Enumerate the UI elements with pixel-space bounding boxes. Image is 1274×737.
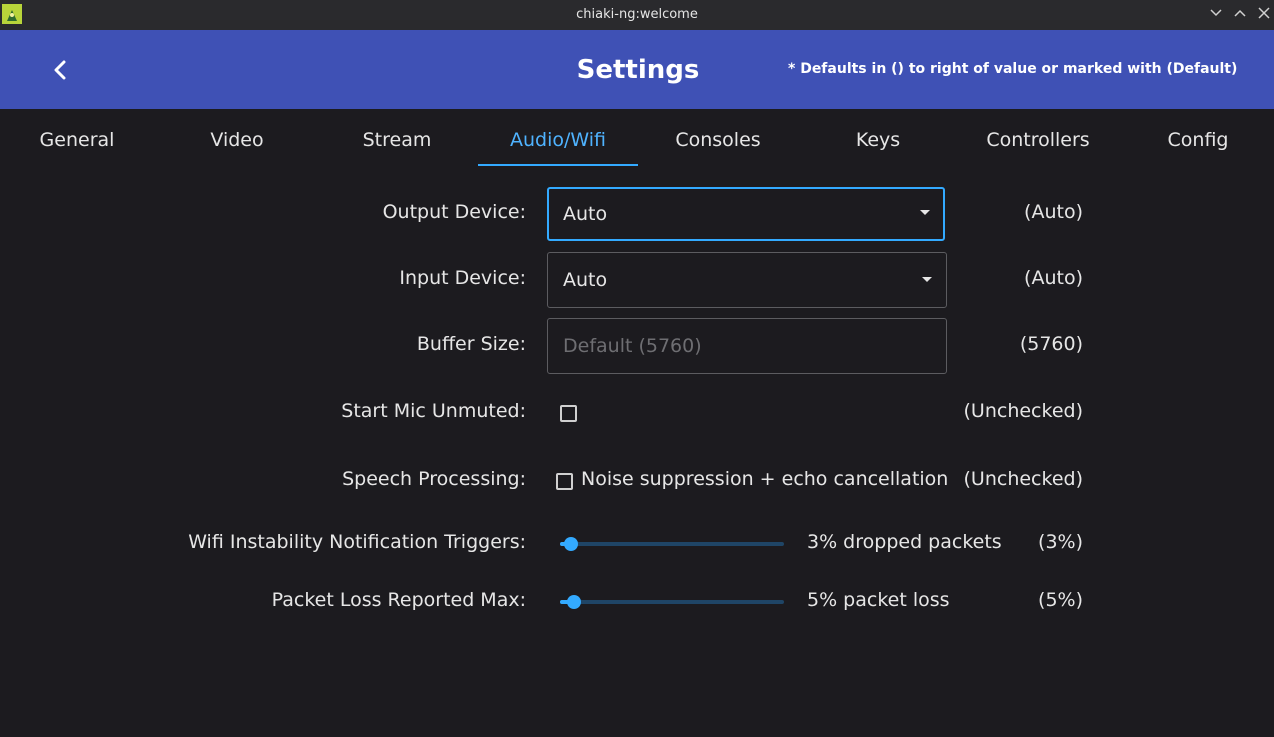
settings-tabs: General Video Stream Audio/Wifi Consoles… [0,109,1274,167]
buffer-size-field [547,318,947,374]
start-mic-unmuted-checkbox[interactable] [560,405,577,422]
input-device-label: Input Device: [399,267,526,289]
slider-track [560,542,784,546]
window-title: chiaki-ng:welcome [576,7,698,22]
defaults-note: * Defaults in () to right of value or ma… [788,61,1238,77]
wifi-instability-slider[interactable] [560,536,784,552]
settings-header: Settings * Defaults in () to right of va… [0,30,1274,109]
slider-handle[interactable] [567,595,582,609]
chevron-left-icon [54,60,66,80]
buffer-size-default: (5760) [1019,333,1083,355]
start-mic-unmuted-default: (Unchecked) [963,400,1083,422]
slider-track [560,600,784,604]
output-device-value: Auto [563,203,608,225]
wifi-instability-value: 3% dropped packets [807,531,1002,553]
tab-keys[interactable]: Keys [798,109,958,167]
buffer-size-input[interactable] [548,319,946,373]
minimize-icon[interactable] [1208,6,1224,24]
dropdown-arrow-icon [920,210,930,215]
packet-loss-max-slider[interactable] [560,594,784,610]
start-mic-unmuted-label: Start Mic Unmuted: [341,400,526,422]
speech-processing-default: (Unchecked) [963,468,1083,490]
packet-loss-max-label: Packet Loss Reported Max: [271,589,526,611]
maximize-icon[interactable] [1232,6,1248,24]
speech-processing-label: Speech Processing: [342,468,526,490]
tab-controllers[interactable]: Controllers [958,109,1118,167]
output-device-label: Output Device: [382,201,526,223]
tab-stream[interactable]: Stream [317,109,477,167]
page-title: Settings [576,55,700,85]
back-button[interactable] [40,48,80,92]
dropdown-arrow-icon [922,277,932,282]
input-device-value: Auto [563,269,608,291]
input-device-default: (Auto) [1024,267,1083,289]
tab-config[interactable]: Config [1118,109,1274,167]
wifi-instability-default: (3%) [1038,531,1083,553]
tab-consoles[interactable]: Consoles [638,109,798,167]
input-device-select[interactable]: Auto [547,252,947,308]
speech-processing-checkbox[interactable] [556,473,573,490]
tab-general[interactable]: General [0,109,157,167]
tab-audio-wifi[interactable]: Audio/Wifi [478,109,638,167]
close-icon[interactable] [1256,6,1272,24]
wifi-instability-label: Wifi Instability Notification Triggers: [188,531,526,553]
window-titlebar: chiaki-ng:welcome [0,0,1274,31]
slider-handle[interactable] [564,537,579,551]
output-device-default: (Auto) [1024,201,1083,223]
output-device-select[interactable]: Auto [547,187,945,241]
packet-loss-max-value: 5% packet loss [807,589,950,611]
buffer-size-label: Buffer Size: [416,333,526,355]
packet-loss-max-default: (5%) [1038,589,1083,611]
tab-video[interactable]: Video [157,109,317,167]
speech-processing-checkbox-label[interactable]: Noise suppression + echo cancellation [581,468,948,490]
